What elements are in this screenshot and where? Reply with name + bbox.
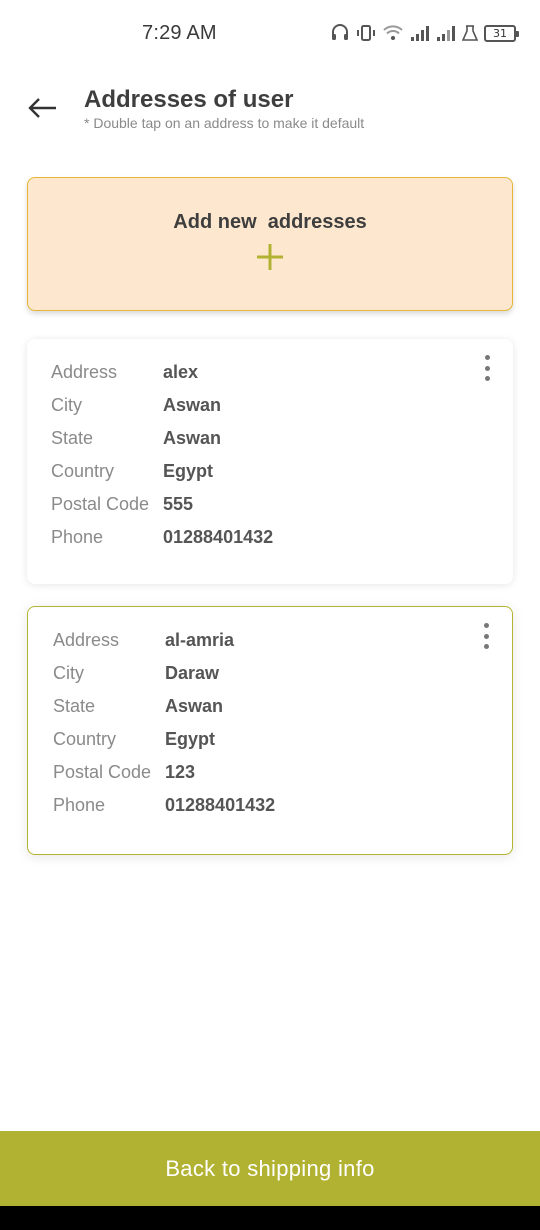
signal-icon xyxy=(436,24,456,42)
add-new-address-label: Add new addresses xyxy=(173,211,367,233)
back-to-shipping-info-button[interactable]: Back to shipping info xyxy=(0,1131,540,1206)
address-value: al-amria xyxy=(165,630,235,650)
city-key: City xyxy=(51,395,82,415)
more-vert-icon-dot xyxy=(484,365,490,371)
state-row: State Aswan xyxy=(27,428,513,452)
plus-icon[interactable] xyxy=(256,243,284,271)
battery-icon: 31 xyxy=(484,24,519,42)
state-key: State xyxy=(53,696,96,716)
vibrate-icon xyxy=(356,23,376,43)
wifi-icon xyxy=(382,24,404,42)
back-button[interactable] xyxy=(22,88,62,128)
headset-icon xyxy=(330,23,350,43)
status-icons: 31 xyxy=(330,22,519,44)
postal-code-value: 555 xyxy=(163,494,194,514)
postal-code-row: Postal Code 555 xyxy=(27,494,513,518)
city-key: City xyxy=(53,663,84,683)
more-options-button[interactable] xyxy=(475,353,499,383)
postal-code-value: 123 xyxy=(165,762,196,782)
status-bar: 7:29 AM 31 xyxy=(0,0,540,68)
country-key: Country xyxy=(53,729,117,749)
phone-key: Phone xyxy=(53,795,106,815)
phone-value: 01288401432 xyxy=(163,527,274,547)
country-key: Country xyxy=(51,461,115,481)
country-row: Country Egypt xyxy=(28,729,512,753)
city-row: City Aswan xyxy=(27,395,513,419)
address-key: Address xyxy=(51,362,118,382)
postal-code-key: Postal Code xyxy=(51,494,150,514)
phone-row: Phone 01288401432 xyxy=(27,527,513,551)
address-key: Address xyxy=(53,630,120,650)
more-vert-icon xyxy=(483,623,489,628)
status-time: 7:29 AM xyxy=(142,22,217,44)
city-value: Daraw xyxy=(165,663,220,683)
city-value: Aswan xyxy=(163,395,222,415)
address-card-default[interactable]: Address al-amria City Daraw State Aswan … xyxy=(27,606,513,855)
postal-code-row: Postal Code 123 xyxy=(28,762,512,786)
country-row: Country Egypt xyxy=(27,461,513,485)
city-row: City Daraw xyxy=(28,663,512,687)
more-vert-icon-dot xyxy=(484,376,490,381)
country-value: Egypt xyxy=(163,461,214,481)
page-title: Addresses of user xyxy=(84,86,294,113)
back-to-shipping-info-label: Back to shipping info xyxy=(165,1155,375,1181)
address-row: Address al-amria xyxy=(28,630,512,654)
country-value: Egypt xyxy=(165,729,216,749)
phone-value: 01288401432 xyxy=(165,795,276,815)
address-row: Address alex xyxy=(27,362,513,386)
page-subtitle: * Double tap on an address to make it de… xyxy=(84,115,365,131)
arrow-left-icon xyxy=(28,98,56,118)
postal-code-key: Postal Code xyxy=(53,762,152,782)
phone-key: Phone xyxy=(51,527,104,547)
state-row: State Aswan xyxy=(28,696,512,720)
more-vert-icon-dot xyxy=(483,633,489,639)
more-options-button[interactable] xyxy=(474,621,498,651)
more-vert-icon xyxy=(484,355,490,360)
address-card[interactable]: Address alex City Aswan State Aswan Coun… xyxy=(27,339,513,584)
signal-icon xyxy=(410,24,430,42)
state-value: Aswan xyxy=(165,696,224,716)
state-key: State xyxy=(51,428,94,448)
flask-icon xyxy=(462,24,478,42)
more-vert-icon-dot xyxy=(483,644,489,649)
phone-row: Phone 01288401432 xyxy=(28,795,512,819)
system-nav-bar xyxy=(0,1206,540,1230)
state-value: Aswan xyxy=(163,428,222,448)
address-value: alex xyxy=(163,362,199,382)
